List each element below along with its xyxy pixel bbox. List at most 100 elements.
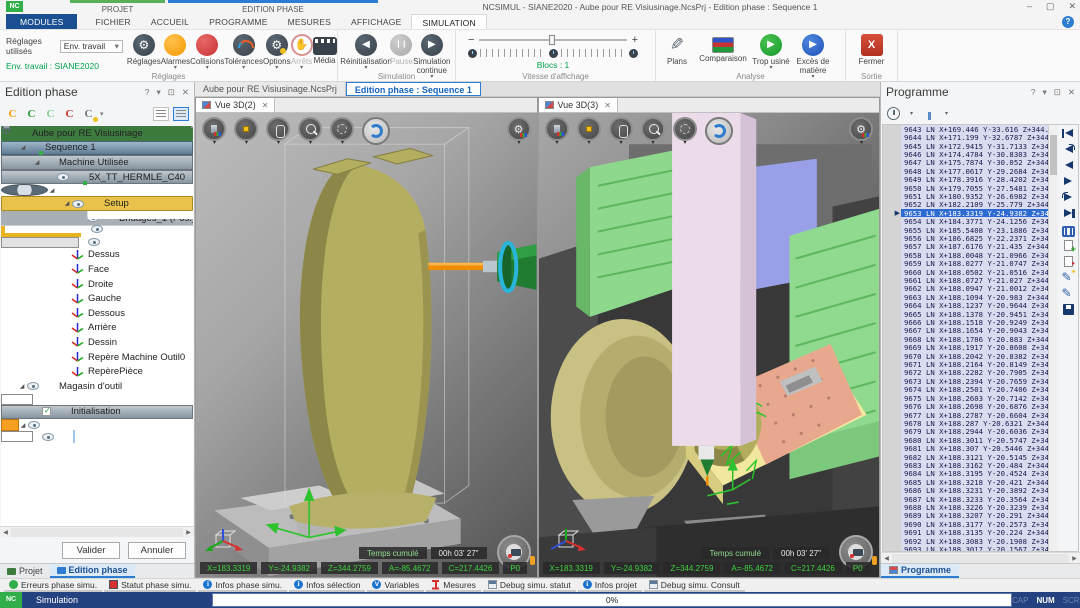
view-settings-icon[interactable] <box>507 117 531 141</box>
tree-item[interactable]: Magasin d'outil <box>1 379 193 394</box>
tab-fichier[interactable]: FICHIER <box>85 14 140 29</box>
tolerances-button[interactable]: Tolérances <box>224 32 263 70</box>
dropdown-caret-icon[interactable] <box>945 110 948 117</box>
visibility-eye-icon[interactable] <box>72 200 84 208</box>
panel-pin-icon[interactable] <box>1054 87 1061 98</box>
dock-tab[interactable]: Mesures <box>426 579 481 592</box>
options-button[interactable]: Options <box>263 32 291 70</box>
iso-view-cube-icon[interactable] <box>234 117 258 141</box>
panel-close-icon[interactable] <box>1068 87 1075 98</box>
calc-green-light-icon[interactable]: C <box>43 107 58 122</box>
tree-item[interactable]: 5X_TT_HERMLE_C40 <box>1 170 193 185</box>
vue-3d2-tab[interactable]: Vue 3D(2) <box>196 98 275 112</box>
dock-tab[interactable]: Statut phase simu. <box>104 579 196 592</box>
tree-item[interactable]: Dessus <box>1 248 193 263</box>
comparaison-button[interactable]: Comparaison <box>694 32 752 63</box>
media-button[interactable]: Média <box>313 32 337 65</box>
selection-lasso-icon[interactable] <box>673 117 697 141</box>
rotate-view-icon[interactable] <box>705 117 733 145</box>
panel-pin-icon[interactable] <box>168 87 175 98</box>
tree-item[interactable]: Dessous <box>1 306 193 321</box>
close-icon[interactable] <box>1068 0 1076 13</box>
tab-programme[interactable]: PROGRAMME <box>199 14 277 29</box>
view-list-button[interactable] <box>153 107 169 121</box>
view-close-icon[interactable] <box>262 101 269 110</box>
annuler-button[interactable]: Annuler <box>128 542 186 559</box>
iso-view-cube-icon[interactable] <box>577 117 601 141</box>
gcode-list[interactable]: 9643 LN X+169.446 Y-33.616 Z+344.4836 96… <box>883 125 1048 551</box>
panel-menu-icon[interactable] <box>156 87 160 98</box>
tree-item[interactable]: Machine Utilisée <box>1 155 193 170</box>
tab-affichage[interactable]: AFFICHAGE <box>341 14 411 29</box>
pause-button[interactable]: Pause <box>390 32 413 66</box>
speed-slider[interactable] <box>479 39 626 41</box>
dock-tab[interactable]: Infos phase simu. <box>198 579 287 592</box>
visibility-eye-icon[interactable] <box>42 407 51 416</box>
edit-new-icon[interactable] <box>1062 272 1075 283</box>
tree-expander-icon[interactable] <box>47 187 57 194</box>
tree-item[interactable]: Aube pour RE Visiusinage <box>1 126 193 141</box>
tab-simulation[interactable]: SIMULATION <box>411 14 486 29</box>
tree-item[interactable]: Aube pour RE Visiusinage.nc <box>1 419 19 431</box>
play-backward-icon[interactable] <box>1062 160 1075 171</box>
doc-tab-edition-phase[interactable]: Edition phase : Sequence 1 <box>346 82 481 96</box>
visibility-eye-icon[interactable] <box>88 238 100 246</box>
tab-mesures[interactable]: MESURES <box>278 14 341 29</box>
edit-icon[interactable] <box>1062 288 1075 299</box>
speed-plus-button[interactable]: + <box>632 36 638 44</box>
visibility-eye-icon[interactable] <box>87 214 99 222</box>
calc-red-icon[interactable]: C <box>62 107 77 122</box>
speed-slider-thumb[interactable] <box>549 35 555 45</box>
go-previous-block-icon[interactable] <box>1062 144 1075 155</box>
visibility-eye-icon[interactable] <box>42 433 54 441</box>
3d-canvas-machine[interactable]: Temps cumulé 00h 03' 27" X=183.3319Y=-24… <box>539 113 880 577</box>
vue-3d3-tab[interactable]: Vue 3D(3) <box>539 98 618 112</box>
scroll-left-icon[interactable]: ◀ <box>881 555 892 562</box>
maximize-icon[interactable] <box>1046 0 1055 13</box>
rotate-view-icon[interactable] <box>362 117 390 145</box>
tree-item[interactable]: Dessin <box>1 335 193 350</box>
calc-settings-icon[interactable]: C <box>81 107 96 122</box>
panel-help-icon[interactable] <box>145 87 150 98</box>
calc-green-icon[interactable]: C <box>24 107 39 122</box>
tab-edition-phase[interactable]: Edition phase <box>50 564 135 578</box>
view-close-icon[interactable] <box>604 101 611 110</box>
play-forward-icon[interactable] <box>1062 176 1075 187</box>
dropdown-caret-icon[interactable] <box>910 110 913 117</box>
panel-close-icon[interactable] <box>182 87 189 98</box>
tab-programme[interactable]: Programme <box>881 564 959 578</box>
visibility-eye-icon[interactable] <box>57 173 69 181</box>
fermer-button[interactable]: Fermer <box>850 32 893 66</box>
tree-item[interactable]: Lib_Aube pour RE Visiusinage_0.tlb <box>1 394 33 405</box>
visibility-eye-icon[interactable] <box>91 225 103 233</box>
timer-icon[interactable] <box>887 107 900 120</box>
tab-projet[interactable]: Projet <box>0 564 50 578</box>
zoom-icon[interactable] <box>641 117 665 141</box>
speed-minus-button[interactable]: − <box>468 36 474 44</box>
reglages-button[interactable]: Réglages <box>127 32 161 66</box>
dock-tab[interactable]: Infos sélection <box>289 579 365 592</box>
doc-tab-project[interactable]: Aube pour RE Visiusinage.NcsPrj <box>195 82 346 96</box>
trop-usine-button[interactable]: Trop usiné <box>752 32 790 70</box>
dock-tab[interactable]: Infos projet <box>578 579 642 592</box>
tree-expander-icon[interactable] <box>62 200 72 207</box>
save-icon[interactable] <box>1063 304 1074 315</box>
env-travail-dropdown[interactable]: Env. travail <box>60 40 123 53</box>
arrets-button[interactable]: Arrêts <box>291 32 313 70</box>
programme-horizontal-scrollbar[interactable]: ◀ ▶ <box>881 552 1080 563</box>
dock-tab[interactable]: Erreurs phase simu. <box>4 579 102 592</box>
alarmes-button[interactable]: Alarmes <box>161 32 190 70</box>
programme-vertical-scrollbar[interactable] <box>1048 125 1058 551</box>
tree-item[interactable]: Initialisation <box>1 405 193 420</box>
tree-item[interactable]: Repère Machine Outil0 <box>1 350 193 365</box>
tree-expander-icon[interactable] <box>18 144 28 151</box>
tree-expander-icon[interactable] <box>18 422 28 429</box>
search-binoculars-icon[interactable] <box>1062 224 1075 235</box>
panel-help-icon[interactable] <box>1031 87 1036 98</box>
panel-menu-icon[interactable] <box>1042 87 1046 98</box>
scroll-left-icon[interactable]: ◀ <box>0 529 11 536</box>
tool-display-icon[interactable] <box>266 117 290 141</box>
go-last-icon[interactable] <box>1062 208 1075 219</box>
tree-expander-icon[interactable] <box>17 383 27 390</box>
tree-horizontal-scrollbar[interactable]: ◀ ▶ <box>0 526 194 537</box>
